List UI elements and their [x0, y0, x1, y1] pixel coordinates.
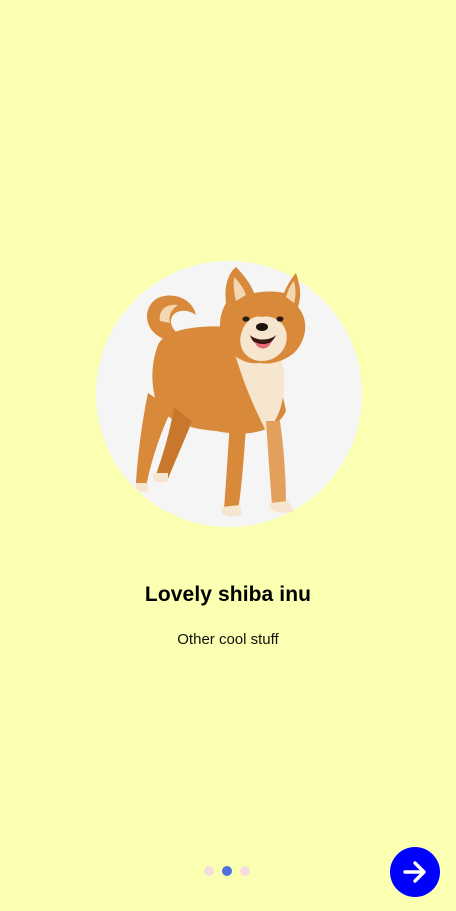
shiba-inu-image [135, 267, 306, 517]
page-dot-2-active[interactable] [222, 866, 232, 876]
next-button[interactable] [390, 847, 440, 897]
onboarding-subtitle: Other cool stuff [177, 631, 279, 648]
page-dot-1[interactable] [204, 866, 214, 876]
arrow-right-icon [403, 861, 426, 883]
hero-image-circle [96, 261, 362, 527]
page-dot-3[interactable] [240, 866, 250, 876]
onboarding-screen: Lovely shiba inu Other cool stuff [0, 0, 456, 911]
onboarding-title: Lovely shiba inu [144, 583, 312, 606]
page-indicator [204, 866, 250, 876]
